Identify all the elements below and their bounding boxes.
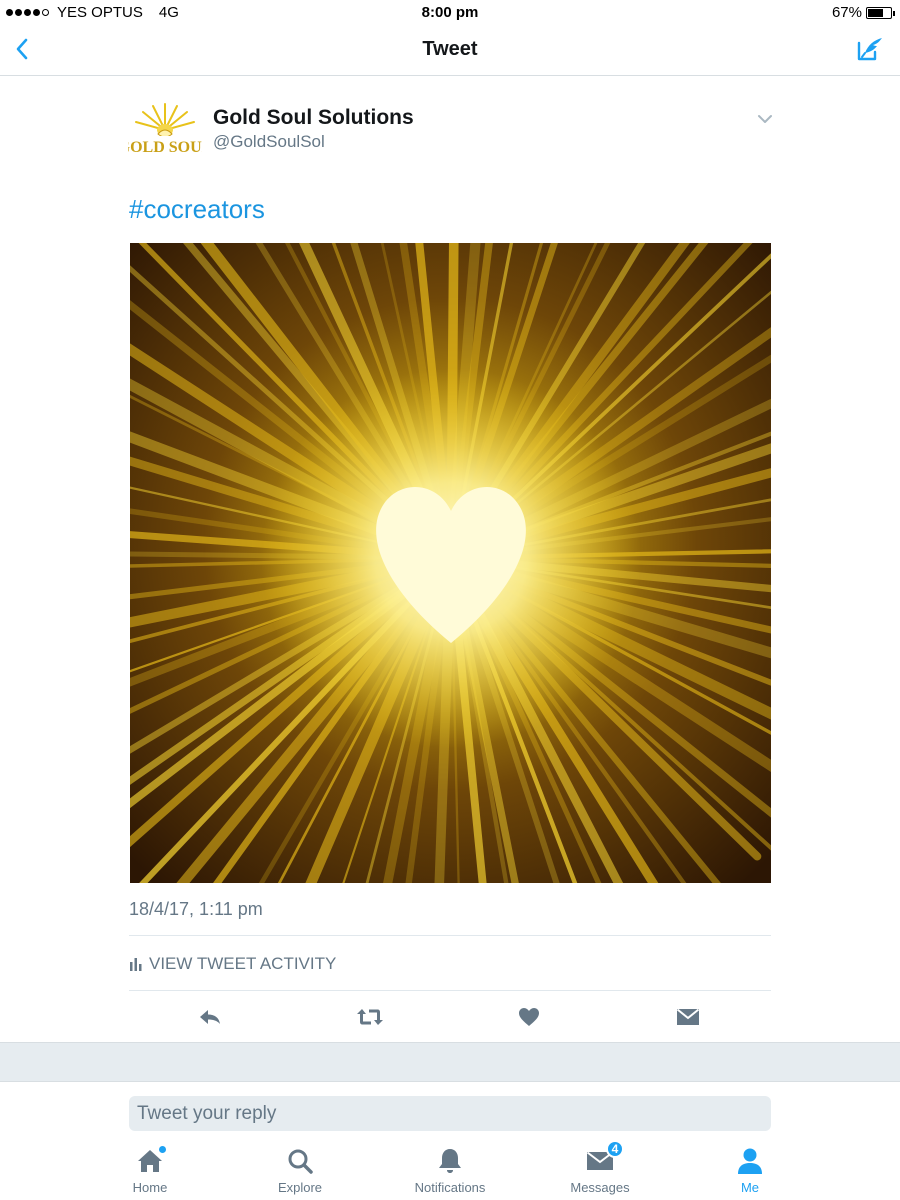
section-separator: [0, 1042, 900, 1082]
search-icon: [284, 1146, 316, 1176]
tab-label: Home: [132, 1180, 168, 1195]
reply-input[interactable]: [137, 1102, 763, 1125]
direct-message-icon: [676, 1008, 700, 1025]
svg-text:GOLD SOUL: GOLD SOUL: [128, 139, 202, 156]
tweet-options-button[interactable]: [754, 110, 776, 128]
retweet-button[interactable]: [350, 1001, 390, 1033]
battery-level: [868, 8, 883, 17]
compose-tweet-icon: [857, 38, 882, 61]
chevron-down-icon: [758, 115, 772, 123]
unread-badge: 4: [606, 1140, 624, 1158]
compose-tweet-button[interactable]: [854, 34, 886, 64]
status-bar: YES OPTUS 4G 8:00 pm 67%: [0, 0, 900, 24]
hashtag-link[interactable]: #cocreators: [129, 194, 265, 225]
tab-label: Messages: [570, 1180, 630, 1195]
view-tweet-activity-label: VIEW TWEET ACTIVITY: [149, 954, 337, 973]
direct-message-button[interactable]: [668, 1001, 708, 1033]
battery-icon: [866, 6, 895, 19]
tweet-detail: GOLD SOUL Gold Soul Solutions @GoldSoulS…: [0, 76, 900, 1042]
heart-icon: [519, 1008, 539, 1026]
divider: [129, 990, 771, 991]
nav-bar: Tweet: [0, 24, 900, 76]
tweet-image[interactable]: [130, 243, 771, 883]
tab-home[interactable]: Home: [90, 1146, 210, 1198]
status-right: 67%: [831, 4, 895, 21]
reply-icon: [200, 1010, 220, 1024]
avatar[interactable]: GOLD SOUL: [118, 100, 212, 162]
gold-soul-logo: GOLD SOUL: [118, 103, 212, 156]
tab-label: Me: [740, 1180, 760, 1195]
new-content-dot: [159, 1146, 166, 1153]
tab-notifications[interactable]: Notifications: [390, 1146, 510, 1198]
envelope-icon: 4: [584, 1140, 624, 1176]
author-handle[interactable]: @GoldSoulSol: [213, 132, 325, 152]
tab-me[interactable]: Me: [690, 1146, 810, 1198]
home-icon: [134, 1146, 166, 1176]
bell-icon: [434, 1146, 466, 1176]
status-time: 8:00 pm: [421, 4, 479, 21]
tweet-timestamp: 18/4/17, 1:11 pm: [129, 899, 263, 919]
person-icon: [734, 1146, 766, 1176]
back-button[interactable]: [8, 34, 36, 64]
reply-box[interactable]: [129, 1096, 771, 1131]
tab-bar: Home Explore Notifications 4 Messages Me: [0, 1140, 900, 1200]
retweet-icon: [357, 1009, 383, 1025]
bar-chart-icon: [130, 958, 142, 971]
chevron-left-icon: [16, 38, 28, 60]
golden-heart-image: [130, 243, 771, 883]
author-name[interactable]: Gold Soul Solutions: [213, 106, 414, 130]
tab-messages[interactable]: 4 Messages: [540, 1140, 660, 1198]
tab-explore[interactable]: Explore: [240, 1146, 360, 1198]
page-title: Tweet: [422, 38, 478, 60]
battery-percent: 67%: [831, 4, 862, 21]
tab-label: Explore: [277, 1180, 323, 1195]
reply-button[interactable]: [190, 1001, 230, 1033]
view-tweet-activity-link[interactable]: VIEW TWEET ACTIVITY: [129, 954, 336, 974]
tab-label: Notifications: [414, 1180, 486, 1195]
divider: [129, 935, 771, 936]
like-button[interactable]: [509, 1001, 549, 1033]
